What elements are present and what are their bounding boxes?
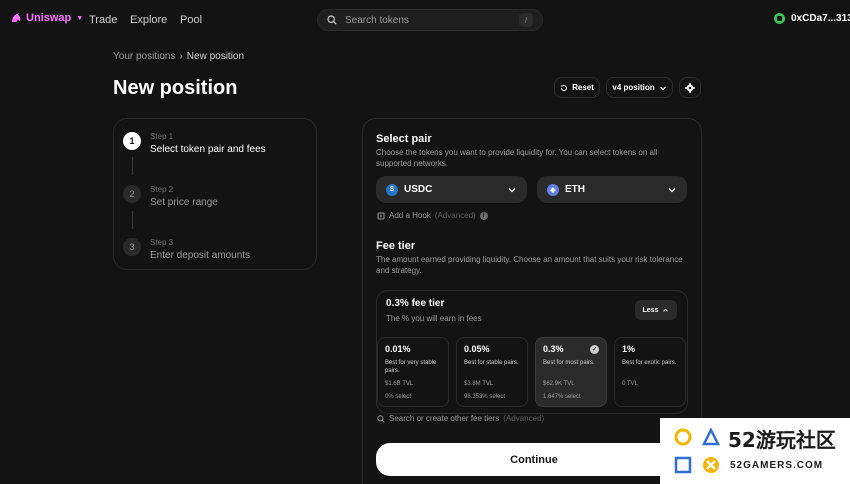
tier-select-rate: 1.647% select [543,394,581,400]
step-title: Select token pair and fees [150,144,266,155]
uniswap-logo[interactable]: Uniswap ▼ [10,12,83,24]
search-fee-label: Search or create other fee tiers [389,414,500,423]
reset-label: Reset [572,83,594,92]
step-connector [132,211,133,229]
tier-tvl: $62.9K TVL [543,381,575,387]
search-icon [327,15,337,25]
settings-button[interactable] [679,77,701,98]
search-fee-tiers-link[interactable]: Search or create other fee tiers (Advanc… [377,414,544,423]
tier-tvl: $1.6B TVL [385,381,414,387]
add-hook-link[interactable]: Add a Hook (Advanced) i [377,211,488,220]
circle-icon [674,428,692,446]
wallet-avatar-icon [774,13,785,24]
cross-icon [703,457,719,473]
step-label: Step 2 [150,185,174,194]
breadcrumb-current: New position [186,51,245,62]
tier-description: Best for most pairs. [543,360,595,366]
breadcrumb: Your positions › New position [113,51,244,62]
search-input[interactable]: Search tokens / [317,9,543,31]
tier-description: Best for stable pairs. [464,360,519,366]
version-label: v4 position [612,83,655,92]
step-number: 3 [123,238,141,256]
tier-percent: 1% [622,344,636,354]
brand-name: Uniswap [26,12,72,24]
account-button[interactable]: 0xCDa7...3130 [774,13,850,24]
chevron-down-icon [668,187,676,192]
token-a-symbol: USDC [404,184,433,195]
watermark-url: 52GAMERS.COM [730,460,824,471]
advanced-tag: (Advanced) [434,211,476,220]
step-title: Set price range [150,197,218,208]
hook-icon [377,212,385,219]
step-2: 2 Step 2 Set price range [123,185,218,208]
chevron-down-icon [508,187,516,192]
step-number: 1 [123,132,141,150]
search-placeholder: Search tokens [345,14,409,26]
fee-tier-heading: Fee tier [376,240,416,252]
info-icon[interactable]: i [479,211,488,220]
fee-tier-option-0.01[interactable]: 0.01% Best for very stable pairs. $1.6B … [377,337,449,407]
nav-trade[interactable]: Trade [89,14,117,26]
check-icon: ✓ [590,345,599,354]
chevron-up-icon [663,308,669,312]
chevron-down-icon [659,86,666,90]
step-connector [132,157,133,175]
breadcrumb-separator: › [179,51,183,62]
fee-tier-option-0.3[interactable]: 0.3% ✓ Best for most pairs. $62.9K TVL 1… [535,337,607,407]
page-title: New position [113,77,238,99]
chevron-down-icon: ▼ [76,14,84,22]
gear-icon [685,82,695,93]
steps-panel: 1 Step 1 Select token pair and fees 2 St… [113,118,317,270]
less-button[interactable]: Less [635,300,677,320]
step-number: 2 [123,185,141,203]
fee-tier-description: The amount earned providing liquidity. C… [376,255,683,275]
step-title: Enter deposit amounts [150,250,251,261]
nav-pool[interactable]: Pool [180,14,202,26]
step-label: Step 1 [150,132,174,141]
continue-button[interactable]: Continue [376,443,692,476]
reset-icon [560,84,568,91]
watermark: 52游玩社区 52GAMERS.COM [660,418,850,484]
tier-tvl: 0 TVL [622,381,638,387]
fee-tier-option-0.05[interactable]: 0.05% Best for stable pairs. $3.8M TVL 9… [456,337,528,407]
add-hook-label: Add a Hook [389,211,431,220]
tier-tvl: $3.8M TVL [464,381,494,387]
watermark-title: 52游玩社区 [728,428,836,452]
breadcrumb-parent[interactable]: Your positions [113,51,175,62]
select-pair-heading: Select pair [376,133,432,145]
account-address: 0xCDa7...3130 [791,13,850,24]
triangle-icon [702,428,720,446]
reset-button[interactable]: Reset [554,77,600,98]
fee-tier-option-1[interactable]: 1% Best for exotic pairs. 0 TVL [614,337,686,407]
tier-description: Best for very stable pairs. [385,360,437,374]
search-icon [377,414,385,423]
less-label: Less [642,306,659,314]
usdc-icon: $ [386,183,398,196]
advanced-tag: (Advanced) [503,414,545,423]
tier-percent: 0.01% [385,344,411,354]
nav-explore[interactable]: Explore [130,14,167,26]
step-label: Step 3 [150,238,174,247]
tier-percent: 0.05% [464,344,490,354]
tier-select-rate: 0% select [385,394,412,400]
token-b-select[interactable]: ◆ ETH [537,176,687,203]
select-pair-description: Choose the tokens you want to provide li… [376,148,658,168]
tier-select-rate: 98.353% select [464,394,506,400]
position-version-dropdown[interactable]: v4 position [606,77,673,98]
step-1[interactable]: 1 Step 1 Select token pair and fees [123,132,266,155]
tier-description: Best for exotic pairs. [622,360,677,366]
step-3: 3 Step 3 Enter deposit amounts [123,238,250,261]
fee-tier-subtitle: The % you will earn in fees [386,314,482,323]
square-icon [674,456,692,474]
current-fee-tier: 0.3% fee tier [386,298,445,309]
token-a-select[interactable]: $ USDC [376,176,527,203]
token-b-symbol: ETH [565,184,585,195]
search-shortcut: / [519,13,533,27]
unicorn-icon [12,13,21,22]
eth-icon: ◆ [547,183,559,196]
